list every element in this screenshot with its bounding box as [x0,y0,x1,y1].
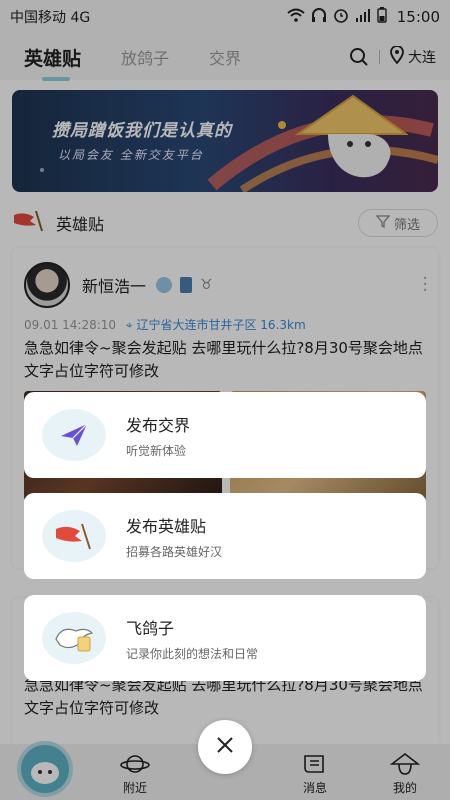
publish-hero-post-option[interactable]: 发布英雄贴 招募各路英雄好汉 [24,493,426,579]
option-title: 飞鸽子 [126,618,175,638]
option-title: 发布交界 [126,415,191,435]
option-subtitle: 听觉新体验 [126,443,187,458]
option-text: 飞鸽子 记录你此刻的想法和日常 [126,615,258,662]
publish-boundary-option[interactable]: 发布交界 听觉新体验 [24,392,426,478]
banner-flag-icon [42,510,106,562]
close-icon [216,736,234,758]
option-subtitle: 招募各路英雄好汉 [126,544,223,559]
option-text: 发布交界 听觉新体验 [126,412,190,459]
paper-plane-icon [42,409,106,461]
option-title: 发布英雄贴 [126,516,207,536]
pigeon-icon [42,612,106,664]
fly-pigeon-option[interactable]: 飞鸽子 记录你此刻的想法和日常 [24,595,426,681]
option-subtitle: 记录你此刻的想法和日常 [126,646,259,661]
option-text: 发布英雄贴 招募各路英雄好汉 [126,513,222,560]
close-button[interactable] [198,720,252,774]
